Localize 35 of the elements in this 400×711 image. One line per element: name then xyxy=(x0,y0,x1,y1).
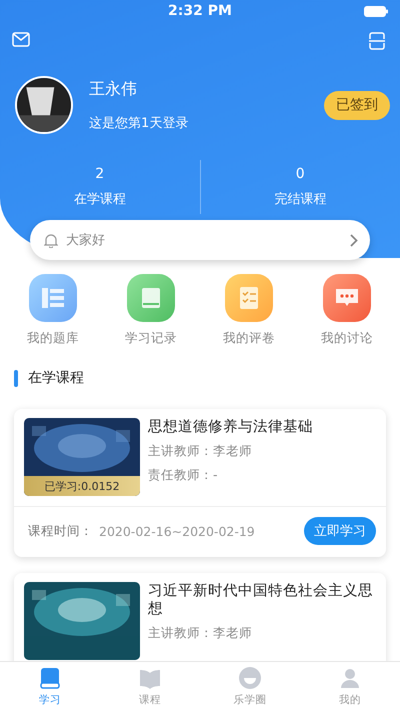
book-icon xyxy=(38,666,62,690)
course-card[interactable]: 习近平新时代中国特色社会主义思想 主讲教师：李老师 xyxy=(14,573,386,661)
login-days: 这是您第1天登录 xyxy=(89,114,308,132)
stat-label: 完结课程 xyxy=(274,191,326,208)
status-time: 2:32 PM xyxy=(168,3,232,19)
scan-icon[interactable] xyxy=(368,32,386,50)
tab-item[interactable]: 课程 xyxy=(100,662,200,711)
notice-bar[interactable]: 大家好 xyxy=(30,220,370,260)
smile-icon xyxy=(238,666,262,690)
progress-label: 已学习:0.0152 xyxy=(24,476,140,496)
course-card[interactable]: 已学习:0.0152 思想道德修养与法律基础 主讲教师：李老师 责任教师：- 课程时间： 2020-02-16~2020-02-19 立即学习 xyxy=(14,409,386,557)
battery-icon xyxy=(364,6,388,17)
tab-item[interactable]: 学习 xyxy=(0,662,100,711)
teacher-line: 责任教师：- xyxy=(148,467,219,484)
stat-value: 0 xyxy=(296,166,305,182)
section-title: 在学课程 xyxy=(28,369,84,387)
checkin-button[interactable]: 已签到 xyxy=(324,90,390,120)
teacher-line: 主讲教师：李老师 xyxy=(148,625,253,642)
chevron-right-icon xyxy=(350,234,358,246)
study-now-button[interactable]: 立即学习 xyxy=(304,517,376,545)
mail-icon[interactable] xyxy=(12,32,30,47)
tab-item[interactable]: 乐学圈 xyxy=(200,662,300,711)
user-name: 王永伟 xyxy=(89,78,138,100)
stat-label: 在学课程 xyxy=(74,191,126,208)
course-dates: 2020-02-16~2020-02-19 xyxy=(99,524,256,538)
stat-value: 2 xyxy=(95,166,104,182)
list-icon xyxy=(40,286,66,310)
time-label: 课程时间： xyxy=(28,522,93,540)
teacher-line: 主讲教师：李老师 xyxy=(148,443,253,460)
person-icon xyxy=(338,666,362,690)
notice-text: 大家好 xyxy=(66,232,106,249)
tab-item[interactable]: 我的 xyxy=(300,662,400,711)
course-title: 习近平新时代中国特色社会主义思想 xyxy=(148,582,374,618)
course-title: 思想道德修养与法律基础 xyxy=(148,418,314,436)
bell-icon xyxy=(44,232,58,248)
